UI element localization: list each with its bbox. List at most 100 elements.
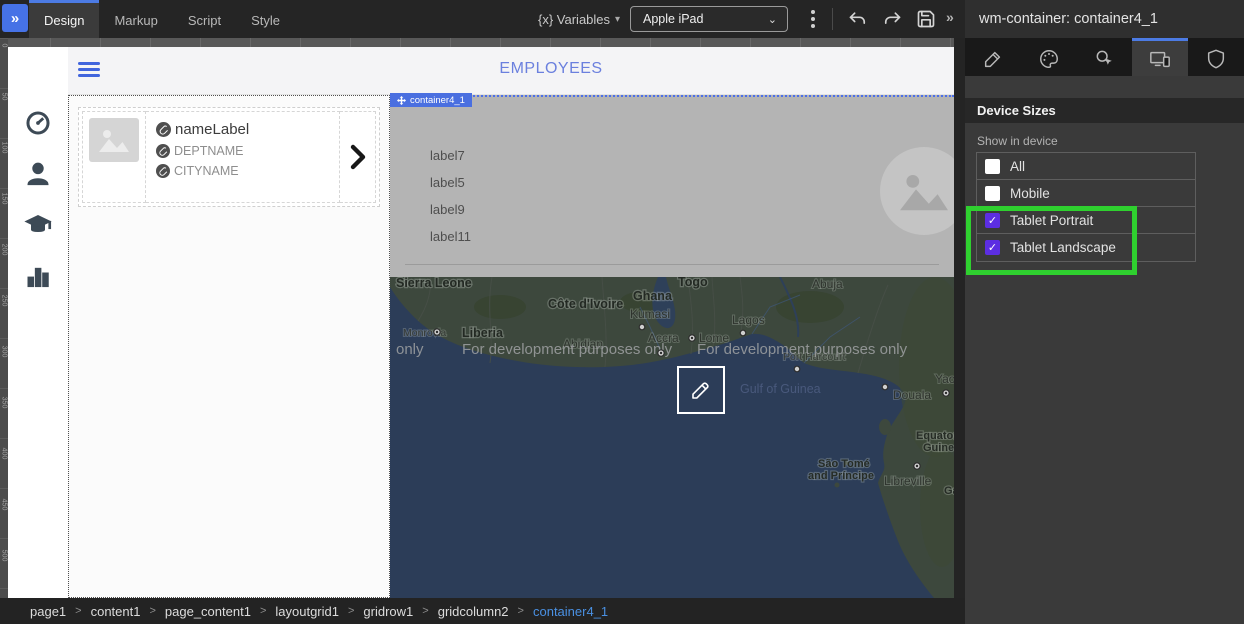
variables-label: {x} Variables <box>538 12 610 27</box>
label-widget-label11[interactable]: label11 <box>430 229 471 244</box>
page-title[interactable]: EMPLOYEES <box>499 60 602 78</box>
breadcrumb-separator: > <box>260 605 266 617</box>
ruler-tick: 450 <box>1 498 8 512</box>
dept-label: DEPTNAME <box>174 144 243 158</box>
name-label: nameLabel <box>175 121 249 138</box>
label-widget-label7[interactable]: label7 <box>430 148 465 163</box>
ruler-tick: 250 <box>1 294 8 308</box>
map-label: Sierra Leone <box>396 277 472 290</box>
breadcrumb-item-page_content1[interactable]: page_content1 <box>165 604 251 619</box>
widget-rail <box>8 47 68 598</box>
separator-line <box>405 264 939 265</box>
device-size-row-all[interactable]: All <box>977 153 1195 180</box>
map-label: and Príncipe <box>808 470 874 482</box>
breadcrumb-item-container4_1[interactable]: container4_1 <box>533 604 608 619</box>
map-edit-button[interactable] <box>677 366 725 414</box>
name-label-row[interactable]: nameLabel <box>156 121 339 138</box>
bar-chart-icon[interactable] <box>24 262 52 290</box>
expand-panel-icon[interactable]: » <box>946 9 954 25</box>
ruler-tick: 300 <box>1 345 8 359</box>
city-label-row[interactable]: CITYNAME <box>156 164 339 178</box>
map-label: Kumasi <box>630 307 670 321</box>
ruler-tick: 150 <box>1 192 8 206</box>
device-size-label: Mobile <box>1010 186 1050 201</box>
breadcrumb-separator: > <box>348 605 354 617</box>
bind-link-icon <box>156 164 170 178</box>
map-label: Equatoria <box>916 430 954 442</box>
map-watermark: For development purposes only <box>697 341 908 358</box>
save-icon[interactable] <box>914 7 938 31</box>
city-marker <box>740 330 746 336</box>
tab-style[interactable]: Style <box>236 0 295 38</box>
panel-splitter[interactable] <box>954 38 965 598</box>
city-marker <box>794 366 800 372</box>
breadcrumb-item-page1[interactable]: page1 <box>30 604 66 619</box>
device-size-options: All Mobile ✓Tablet Portrait✓Tablet Landsca… <box>976 152 1196 262</box>
device-icon[interactable] <box>1132 38 1188 76</box>
ide-window: » DesignMarkupScriptStyle {x} Variables … <box>0 0 1244 624</box>
breadcrumb: page1 > content1 > page_content1 > layoutgrid1… <box>0 598 965 624</box>
device-size-row-tablet-landscape[interactable]: ✓Tablet Landscape <box>977 234 1195 261</box>
selected-container[interactable]: label7 label5 label9 label11 <box>390 95 954 277</box>
hamburger-menu-icon[interactable] <box>78 62 100 80</box>
card-text-cell: nameLabel DEPTNAME CITYNAME <box>146 111 340 203</box>
user-icon[interactable] <box>24 160 52 188</box>
education-icon[interactable] <box>24 211 52 239</box>
breadcrumb-item-gridrow1[interactable]: gridrow1 <box>363 604 413 619</box>
palette-icon[interactable] <box>1021 38 1077 76</box>
map-watermark: For development purposes only <box>462 341 673 358</box>
security-shield-icon[interactable] <box>1188 38 1244 76</box>
capital-city-marker <box>434 329 440 335</box>
mode-tabs: DesignMarkupScriptStyle <box>29 0 295 38</box>
device-select[interactable]: Apple iPad ⌄ <box>630 6 788 32</box>
map-label: Togo <box>678 277 708 289</box>
collapse-panel-icon[interactable]: » <box>2 4 28 32</box>
kebab-menu-icon[interactable] <box>806 8 820 30</box>
ruler-tick: 50 <box>1 90 8 104</box>
label-widget-label5[interactable]: label5 <box>430 175 465 190</box>
checkbox-checked-icon[interactable]: ✓ <box>985 213 1000 228</box>
image-cell <box>82 111 146 203</box>
checkbox-unchecked-icon[interactable] <box>985 159 1000 174</box>
breadcrumb-separator: > <box>518 605 524 617</box>
capital-city-marker <box>914 463 920 469</box>
tab-markup[interactable]: Markup <box>99 0 172 38</box>
device-size-row-mobile[interactable]: Mobile <box>977 180 1195 207</box>
redo-icon[interactable] <box>880 7 904 31</box>
device-select-value: Apple iPad <box>643 12 703 26</box>
breadcrumb-item-layoutgrid1[interactable]: layoutgrid1 <box>275 604 339 619</box>
device-sizes-header: Device Sizes <box>965 98 1244 123</box>
breadcrumb-item-gridcolumn2[interactable]: gridcolumn2 <box>438 604 509 619</box>
picture-placeholder-icon[interactable] <box>880 147 954 235</box>
breadcrumb-item-content1[interactable]: content1 <box>91 604 141 619</box>
vertical-ruler: 050100150200250300350400450500 <box>0 38 8 598</box>
image-placeholder-icon <box>89 118 139 162</box>
selection-tag[interactable]: container4_1 <box>390 93 472 107</box>
capital-city-marker <box>943 390 949 396</box>
device-size-label: All <box>1010 159 1025 174</box>
device-size-row-tablet-portrait[interactable]: ✓Tablet Portrait <box>977 207 1195 234</box>
undo-icon[interactable] <box>846 7 870 31</box>
map-label: Guinea <box>923 442 954 454</box>
pencil-icon[interactable] <box>965 38 1021 76</box>
events-pointer-icon[interactable] <box>1077 38 1133 76</box>
city-marker <box>639 324 645 330</box>
page-header: EMPLOYEES <box>68 47 954 95</box>
tab-script[interactable]: Script <box>173 0 236 38</box>
checkbox-unchecked-icon[interactable] <box>985 186 1000 201</box>
chevron-down-icon: ▾ <box>615 14 620 25</box>
move-cross-icon <box>397 96 406 105</box>
variables-dropdown[interactable]: {x} Variables ▾ <box>538 0 620 38</box>
tab-design[interactable]: Design <box>29 0 99 38</box>
map-widget[interactable]: Sierra LeoneMonroviaLiberiaCôte d'Ivoire… <box>390 277 954 598</box>
checkbox-checked-icon[interactable]: ✓ <box>985 240 1000 255</box>
pencil-icon <box>689 378 713 402</box>
design-canvas: EMPLOYEES nameLabel DEPTNAME <box>68 47 954 598</box>
map-label: Ghana <box>633 289 673 303</box>
label-widget-label9[interactable]: label9 <box>430 202 465 217</box>
capital-city-marker <box>689 335 695 341</box>
dept-label-row[interactable]: DEPTNAME <box>156 144 339 158</box>
list-item-card[interactable]: nameLabel DEPTNAME CITYNAME <box>78 107 380 207</box>
dashboard-icon[interactable] <box>24 109 52 137</box>
panel-tabs <box>965 38 1244 76</box>
